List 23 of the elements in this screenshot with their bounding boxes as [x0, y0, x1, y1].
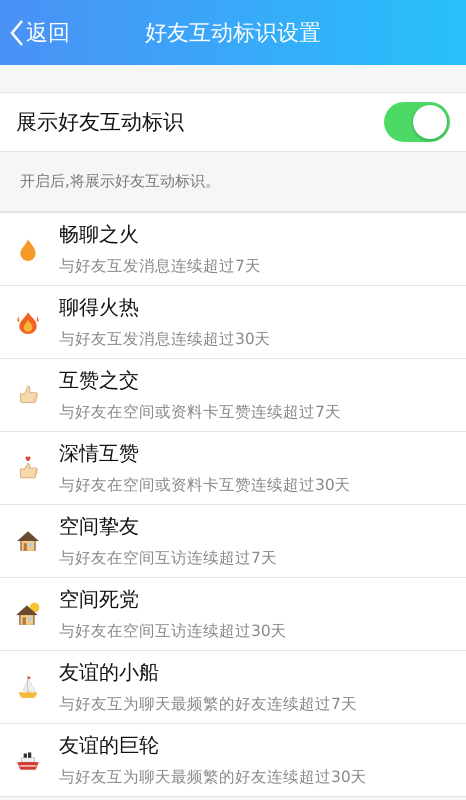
badge-name: 空间挚友	[59, 513, 140, 540]
toggle-label: 展示好友互动标识	[16, 109, 184, 136]
badge-description: 与好友互发消息连续超过7天	[59, 256, 261, 277]
badge-description: 与好友互为聊天最频繁的好友连续超过30天	[59, 767, 367, 788]
badge-name: 互赞之交	[59, 367, 140, 394]
badge-description: 与好友在空间或资料卡互赞连续超过7天	[59, 402, 341, 423]
badge-name: 友谊的巨轮	[59, 732, 160, 759]
badge-name: 友谊的小船	[59, 659, 160, 686]
badge-name: 空间死党	[59, 586, 140, 613]
badge-description: 与好友在空间互访连续超过7天	[59, 548, 277, 569]
badge-description: 与好友互为聊天最频繁的好友连续超过7天	[59, 694, 357, 715]
badge-description: 与好友互发消息连续超过30天	[59, 329, 271, 350]
badge-description: 与好友在空间互访连续超过30天	[59, 621, 287, 642]
hint-text: 开启后,将展示好友互动标识。	[20, 172, 220, 191]
back-chevron-icon	[10, 18, 24, 46]
badge-name: 深情互赞	[59, 440, 140, 467]
house-sun-icon	[15, 601, 41, 627]
screen-title: 好友互动标识设置	[145, 20, 321, 48]
back-button[interactable]: 返回	[0, 10, 70, 54]
badge-name: 聊得火热	[59, 294, 140, 321]
badge-name: 畅聊之火	[59, 221, 140, 248]
badge-description: 与好友在空间或资料卡互赞连续超过30天	[59, 475, 351, 496]
toggle-switch[interactable]	[384, 102, 450, 142]
